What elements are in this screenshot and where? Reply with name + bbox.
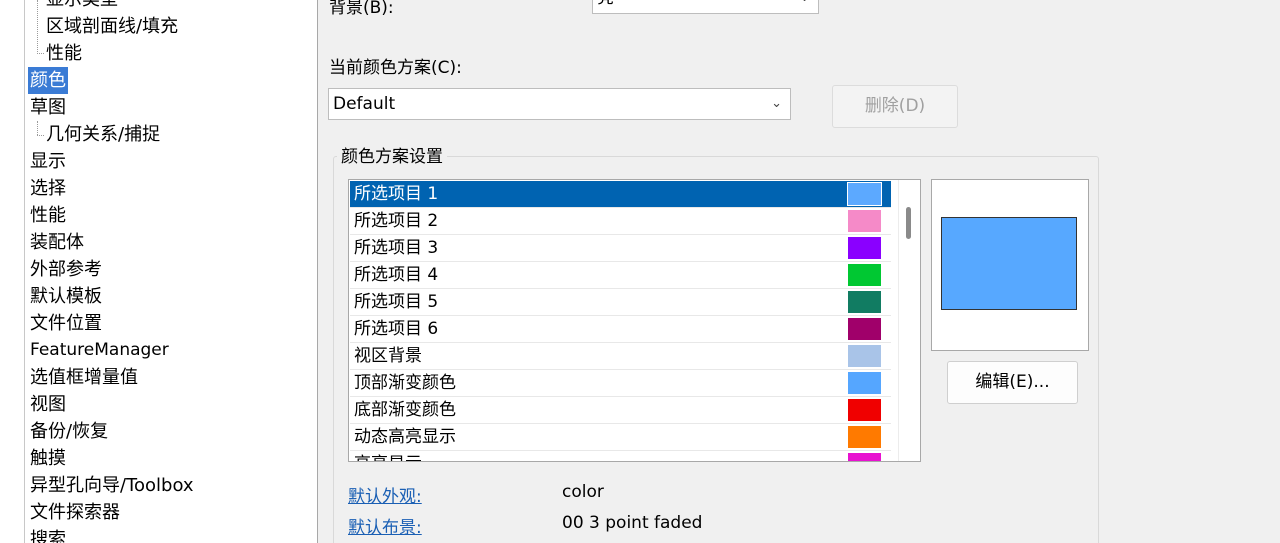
tree-guide-line (24, 0, 25, 543)
tree-item-performance[interactable]: 性能 (28, 202, 68, 229)
color-list-item[interactable]: 所选项目 4 (350, 262, 891, 289)
color-list-item[interactable]: 顶部渐变颜色 (350, 370, 891, 397)
color-item-label: 所选项目 4 (354, 265, 439, 285)
tree-item-selection[interactable]: 选择 (28, 175, 68, 202)
color-list-item[interactable]: 所选项目 3 (350, 235, 891, 262)
color-item-label: 视区背景 (354, 346, 422, 366)
color-item-label: 顶部渐变颜色 (354, 373, 456, 393)
tree-branch-line (37, 135, 44, 136)
color-scheme-select[interactable]: Default ⌄ (328, 88, 791, 120)
color-swatch (848, 237, 881, 259)
scrollbar-thumb[interactable] (906, 207, 911, 239)
background-select[interactable]: 亮 ⌄ (592, 0, 819, 14)
default-scene-link[interactable]: 默认布景: (348, 513, 422, 538)
color-list-item[interactable]: 所选项目 1 (350, 181, 891, 208)
color-list-item[interactable]: 视区背景 (350, 343, 891, 370)
color-item-label: 所选项目 1 (354, 184, 439, 204)
color-swatch (848, 399, 881, 421)
default-appearance-link[interactable]: 默认外观: (348, 482, 422, 507)
tree-item-section-hatch[interactable]: 区域剖面线/填充 (44, 13, 180, 40)
tree-item-default-templates[interactable]: 默认模板 (28, 283, 104, 310)
default-scene-value: 00 3 point faded (562, 513, 703, 533)
color-swatch (848, 210, 881, 232)
tree-item-spin-box-increments[interactable]: 选值框增量值 (28, 364, 140, 391)
edit-color-button[interactable]: 编辑(E)... (947, 361, 1078, 404)
color-swatch (848, 291, 881, 313)
tree-branch-line (37, 0, 38, 54)
delete-scheme-button[interactable]: 删除(D) (832, 85, 958, 128)
tree-item-view[interactable]: 视图 (28, 391, 68, 418)
color-list-item[interactable]: 底部渐变颜色 (350, 397, 891, 424)
tree-item-file-explorer[interactable]: 文件探索器 (28, 499, 122, 526)
color-options-dialog: 显示类型 区域剖面线/填充 性能 颜色 草图 几何关系/捕捉 显示 选择 性能 … (0, 0, 1280, 543)
color-item-label: 所选项目 3 (354, 238, 439, 258)
color-list-item[interactable]: 所选项目 2 (350, 208, 891, 235)
color-item-label: 所选项目 2 (354, 211, 439, 231)
color-item-label: 所选项目 6 (354, 319, 439, 339)
color-scheme-select-value: Default (333, 94, 396, 114)
tree-branch-line (37, 121, 38, 135)
color-swatch (848, 372, 881, 394)
default-appearance-value: color (562, 482, 604, 502)
tree-item-display-type[interactable]: 显示类型 (44, 0, 120, 13)
tree-item-performance-sub[interactable]: 性能 (44, 40, 84, 67)
tree-item-featuremanager[interactable]: FeatureManager (28, 337, 171, 364)
color-items-list[interactable]: 所选项目 1 所选项目 2 所选项目 3 所选项目 4 所选项目 5 所选项目 6 视区背景… (348, 179, 921, 462)
tree-item-sketch[interactable]: 草图 (28, 94, 68, 121)
color-scheme-settings-title: 颜色方案设置 (337, 144, 447, 170)
color-swatch (848, 453, 881, 461)
color-item-label: 动态高亮显示 (354, 427, 456, 447)
color-swatch (848, 426, 881, 448)
tree-item-external-references[interactable]: 外部参考 (28, 256, 104, 283)
color-swatch (848, 318, 881, 340)
background-label: 背景(B): (329, 0, 394, 18)
color-swatch (847, 182, 882, 206)
color-swatch (848, 345, 881, 367)
color-preview-frame (931, 179, 1089, 351)
list-scrollbar[interactable] (898, 180, 920, 461)
tree-item-file-locations[interactable]: 文件位置 (28, 310, 104, 337)
chevron-down-icon: ⌄ (771, 96, 782, 111)
color-swatch (848, 264, 881, 286)
background-select-value: 亮 (597, 0, 614, 8)
color-list-item[interactable]: 动态高亮显示 (350, 424, 891, 451)
chevron-down-icon: ⌄ (799, 0, 810, 13)
color-item-label: 底部渐变颜色 (354, 400, 456, 420)
tree-item-search[interactable]: 搜索 (28, 526, 68, 543)
tree-item-hole-wizard-toolbox[interactable]: 异型孔向导/Toolbox (28, 472, 196, 499)
color-item-label: 高亮显示 (354, 454, 422, 461)
tree-branch-line (37, 53, 44, 54)
tree-item-relations-snaps[interactable]: 几何关系/捕捉 (44, 121, 162, 148)
tree-item-colors[interactable]: 颜色 (28, 67, 68, 94)
color-scheme-label: 当前颜色方案(C): (329, 58, 462, 78)
color-item-label: 所选项目 5 (354, 292, 439, 312)
tree-item-touch[interactable]: 触摸 (28, 445, 68, 472)
tree-item-display[interactable]: 显示 (28, 148, 68, 175)
tree-item-assemblies[interactable]: 装配体 (28, 229, 86, 256)
color-list-item[interactable]: 所选项目 5 (350, 289, 891, 316)
color-preview-swatch (941, 217, 1077, 310)
color-list-item[interactable]: 所选项目 6 (350, 316, 891, 343)
color-list-item[interactable]: 高亮显示 (350, 451, 891, 461)
tree-item-backup-recover[interactable]: 备份/恢复 (28, 418, 110, 445)
options-tree[interactable]: 显示类型 区域剖面线/填充 性能 颜色 草图 几何关系/捕捉 显示 选择 性能 … (0, 0, 318, 543)
